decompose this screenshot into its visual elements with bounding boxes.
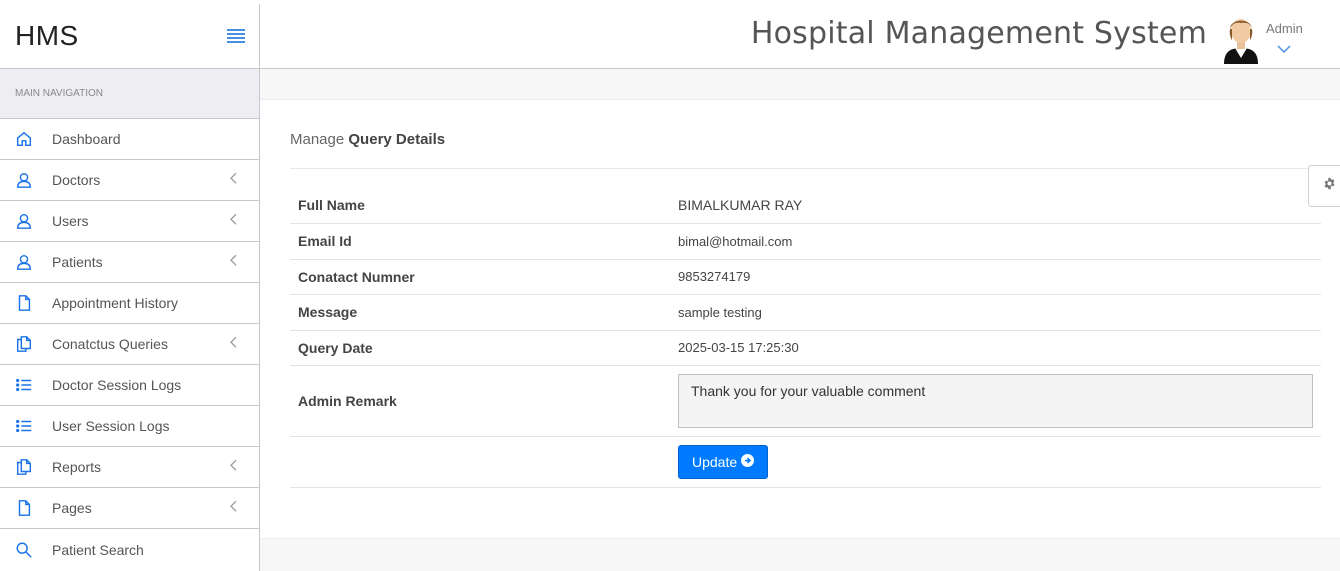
sidebar-item-user-session-logs[interactable]: User Session Logs: [0, 406, 259, 447]
sidebar-item-label: Doctor Session Logs: [52, 377, 182, 393]
contact-number-value: 9853274179: [678, 269, 751, 284]
email-label: Email Id: [298, 233, 352, 249]
gear-icon: [1321, 177, 1336, 195]
admin-remark-cell: Thank you for your valuable comment: [670, 365, 1321, 436]
settings-toggle[interactable]: [1308, 165, 1340, 207]
chevron-left-icon: [229, 458, 237, 474]
sidebar-item-conatctus-queries[interactable]: Conatctus Queries: [0, 324, 259, 365]
table-row: Admin Remark Thank you for your valuable…: [290, 365, 1321, 436]
main-content: Manage Query Details Full Name BIMALKUMA…: [260, 100, 1340, 538]
menu-toggle-icon[interactable]: [227, 29, 245, 43]
chevron-left-icon: [229, 499, 237, 515]
chevron-down-icon[interactable]: [1277, 41, 1291, 59]
sidebar: HMS MAIN NAVIGATION Dashboard Doctors User…: [0, 4, 260, 571]
sidebar-item-label: Reports: [52, 459, 102, 475]
list-icon: [14, 416, 34, 436]
update-cell: Update: [670, 436, 1321, 487]
update-button[interactable]: Update: [678, 444, 769, 479]
app-root: HMS MAIN NAVIGATION Dashboard Doctors User…: [0, 0, 1340, 571]
file-icon: [14, 498, 34, 518]
sidebar-item-doctor-session-logs[interactable]: Doctor Session Logs: [0, 365, 259, 406]
divider: [290, 168, 1321, 169]
sidebar-item-label: Dashboard: [52, 131, 121, 147]
email-value: bimal@hotmail.com: [678, 233, 793, 249]
page-title: Manage Query Details: [290, 131, 445, 148]
footer-band: [260, 538, 1340, 571]
sub-header-band: [260, 69, 1340, 100]
brand-logo-text[interactable]: HMS: [15, 20, 79, 52]
sidebar-item-label: Patients: [52, 254, 103, 270]
home-icon: [14, 129, 34, 149]
sidebar-item-dashboard[interactable]: Dashboard: [0, 119, 259, 160]
table-row: Full Name BIMALKUMAR RAY: [290, 188, 1321, 223]
query-date-label: Query Date: [298, 339, 373, 356]
empty-cell: [290, 436, 670, 487]
contact-number-label: Conatact Numner: [298, 268, 415, 285]
admin-remark-label: Admin Remark: [298, 392, 397, 409]
message-value: sample testing: [678, 304, 762, 320]
user-icon: [14, 211, 34, 231]
sidebar-item-patient-search[interactable]: Patient Search: [0, 529, 259, 570]
full-name-value: BIMALKUMAR RAY: [678, 197, 803, 214]
brand-bar: HMS: [0, 4, 259, 69]
user-icon: [14, 170, 34, 190]
user-icon: [14, 252, 34, 272]
nav-list: Dashboard Doctors Users Patients Appointment…: [0, 119, 259, 570]
sidebar-item-reports[interactable]: Reports: [0, 447, 259, 488]
chevron-left-icon: [229, 253, 237, 269]
table-row: Query Date 2025-03-15 17:25:30: [290, 330, 1321, 365]
sidebar-item-patients[interactable]: Patients: [0, 242, 259, 283]
table-row: Message sample testing: [290, 294, 1321, 330]
nav-heading: MAIN NAVIGATION: [0, 69, 259, 119]
list-icon: [14, 375, 34, 395]
sidebar-item-pages[interactable]: Pages: [0, 488, 259, 529]
file-icon: [14, 293, 34, 313]
update-button-label: Update: [692, 453, 738, 470]
chevron-left-icon: [229, 335, 237, 351]
sidebar-item-label: Doctors: [52, 172, 101, 188]
sidebar-item-label: Appointment History: [52, 295, 179, 311]
files-icon: [14, 334, 34, 354]
sidebar-item-label: User Session Logs: [52, 418, 170, 434]
avatar[interactable]: [1220, 14, 1262, 64]
sidebar-item-label: Users: [52, 213, 89, 229]
sidebar-item-label: Patient Search: [52, 541, 144, 558]
full-name-label: Full Name: [298, 197, 365, 214]
arrow-circle-right-icon: [741, 453, 755, 470]
search-icon: [14, 540, 34, 560]
query-details-table: Full Name BIMALKUMAR RAY Email Id bimal@…: [290, 188, 1321, 488]
files-icon: [14, 457, 34, 477]
sidebar-item-doctors[interactable]: Doctors: [0, 160, 259, 201]
sidebar-item-users[interactable]: Users: [0, 201, 259, 242]
message-label: Message: [298, 304, 358, 320]
chevron-left-icon: [229, 212, 237, 228]
table-row: Conatact Numner 9853274179: [290, 259, 1321, 294]
query-date-value: 2025-03-15 17:25:30: [678, 340, 799, 355]
table-row: Update: [290, 436, 1321, 487]
admin-remark-textarea[interactable]: Thank you for your valuable comment: [678, 373, 1313, 428]
table-row: Email Id bimal@hotmail.com: [290, 223, 1321, 259]
sidebar-item-label: Conatctus Queries: [52, 336, 168, 352]
app-title: Hospital Management System: [750, 16, 1207, 51]
top-header: Hospital Management System Admin: [260, 4, 1340, 69]
page-title-main: Query Details: [348, 131, 446, 148]
sidebar-item-appointment-history[interactable]: Appointment History: [0, 283, 259, 324]
sidebar-item-label: Pages: [52, 500, 92, 516]
chevron-left-icon: [229, 171, 237, 187]
page-title-prefix: Manage: [290, 131, 345, 148]
user-name[interactable]: Admin: [1266, 21, 1303, 36]
